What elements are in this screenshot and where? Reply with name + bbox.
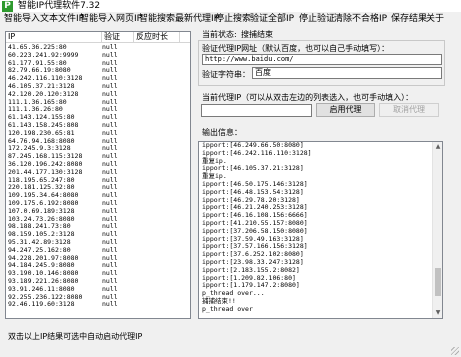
menu-save-results[interactable]: 保存结果 bbox=[391, 13, 427, 25]
column-header-verify[interactable]: 验证 bbox=[102, 32, 134, 43]
output-line: ipport:[46.105.37.21:3128] bbox=[202, 164, 304, 173]
menu-verify-all[interactable]: 验证全部IP bbox=[250, 13, 294, 25]
verify-string-label: 验证字符串： bbox=[202, 70, 250, 79]
verify-string-input[interactable]: 百度 bbox=[252, 67, 442, 79]
scroll-thumb[interactable] bbox=[435, 268, 441, 296]
scroll-up-icon[interactable]: ▲ bbox=[434, 143, 442, 151]
window-title: 智能IP代理软件7.32 bbox=[18, 1, 101, 11]
row-ip: 92.46.119.60:3128 bbox=[8, 300, 75, 309]
column-header-response-time[interactable]: 反应时长 bbox=[134, 32, 180, 43]
title-bar: P 智能IP代理软件7.32 bbox=[0, 0, 461, 12]
status-value: 搜捕结束 bbox=[241, 30, 273, 39]
current-proxy-input[interactable] bbox=[201, 104, 312, 117]
hint-text: 双击以上IP结果可选中自动启动代理IP bbox=[8, 332, 143, 341]
column-header-ip[interactable]: IP bbox=[6, 32, 102, 43]
status-label: 当前状态: bbox=[202, 30, 237, 39]
cancel-proxy-button[interactable]: 取消代理 bbox=[379, 103, 439, 117]
output-label: 输出信息： bbox=[202, 128, 242, 137]
output-lines: ipport:[46.249.66.50:8080] ipport:[46.242… bbox=[202, 142, 430, 314]
ip-list[interactable]: IP 验证 反应时长 41.65.36.225:80 null 60.223.241… bbox=[5, 31, 191, 319]
menu-import-text-file[interactable]: 智能导入文本文件IP bbox=[4, 13, 84, 25]
menu-import-web[interactable]: 智能导入网页IP bbox=[80, 13, 142, 25]
output-scrollbar[interactable]: ▲ ▼ bbox=[432, 142, 442, 318]
current-proxy-label: 当前代理IP（可以从双击左边的列表选入，也可手动填入）： bbox=[202, 93, 414, 102]
output-line: p_thread over bbox=[202, 304, 253, 313]
resize-grip-icon[interactable] bbox=[451, 347, 459, 355]
menu-clear-invalid[interactable]: 清除不合格IP bbox=[334, 13, 387, 25]
menu-bar: 智能导入文本文件IP 智能导入网页IP 智能搜索最新代理IP 停止搜索 验证全部… bbox=[0, 12, 461, 26]
ip-rows: 41.65.36.225:80 null 60.223.241.92:9999 nul… bbox=[6, 43, 190, 309]
output-line: ipport:[46.242.116.110:3128] bbox=[202, 148, 312, 157]
menu-about[interactable]: 关于 bbox=[426, 13, 444, 25]
app-logo-icon: P bbox=[2, 1, 13, 12]
output-log[interactable]: ipport:[46.249.66.50:8080] ipport:[46.242… bbox=[198, 141, 443, 319]
output-line: p_thread over... bbox=[202, 289, 265, 298]
url-label: 验证代理IP网址（默认百度，也可以自己手动填写）： bbox=[202, 44, 390, 53]
menu-search-proxy[interactable]: 智能搜索最新代理IP bbox=[139, 13, 219, 25]
url-input[interactable]: http://www.baidu.com/ bbox=[202, 54, 442, 65]
menu-stop-search[interactable]: 停止搜索 bbox=[215, 13, 251, 25]
table-row[interactable]: 92.46.119.60:3128 null bbox=[6, 300, 190, 309]
list-header: IP 验证 反应时长 bbox=[6, 32, 190, 43]
row-verify-status: null bbox=[102, 300, 118, 309]
enable-proxy-button[interactable]: 启用代理 bbox=[316, 103, 375, 117]
scroll-down-icon[interactable]: ▼ bbox=[434, 309, 442, 317]
menu-stop-verify[interactable]: 停止验证 bbox=[299, 13, 335, 25]
